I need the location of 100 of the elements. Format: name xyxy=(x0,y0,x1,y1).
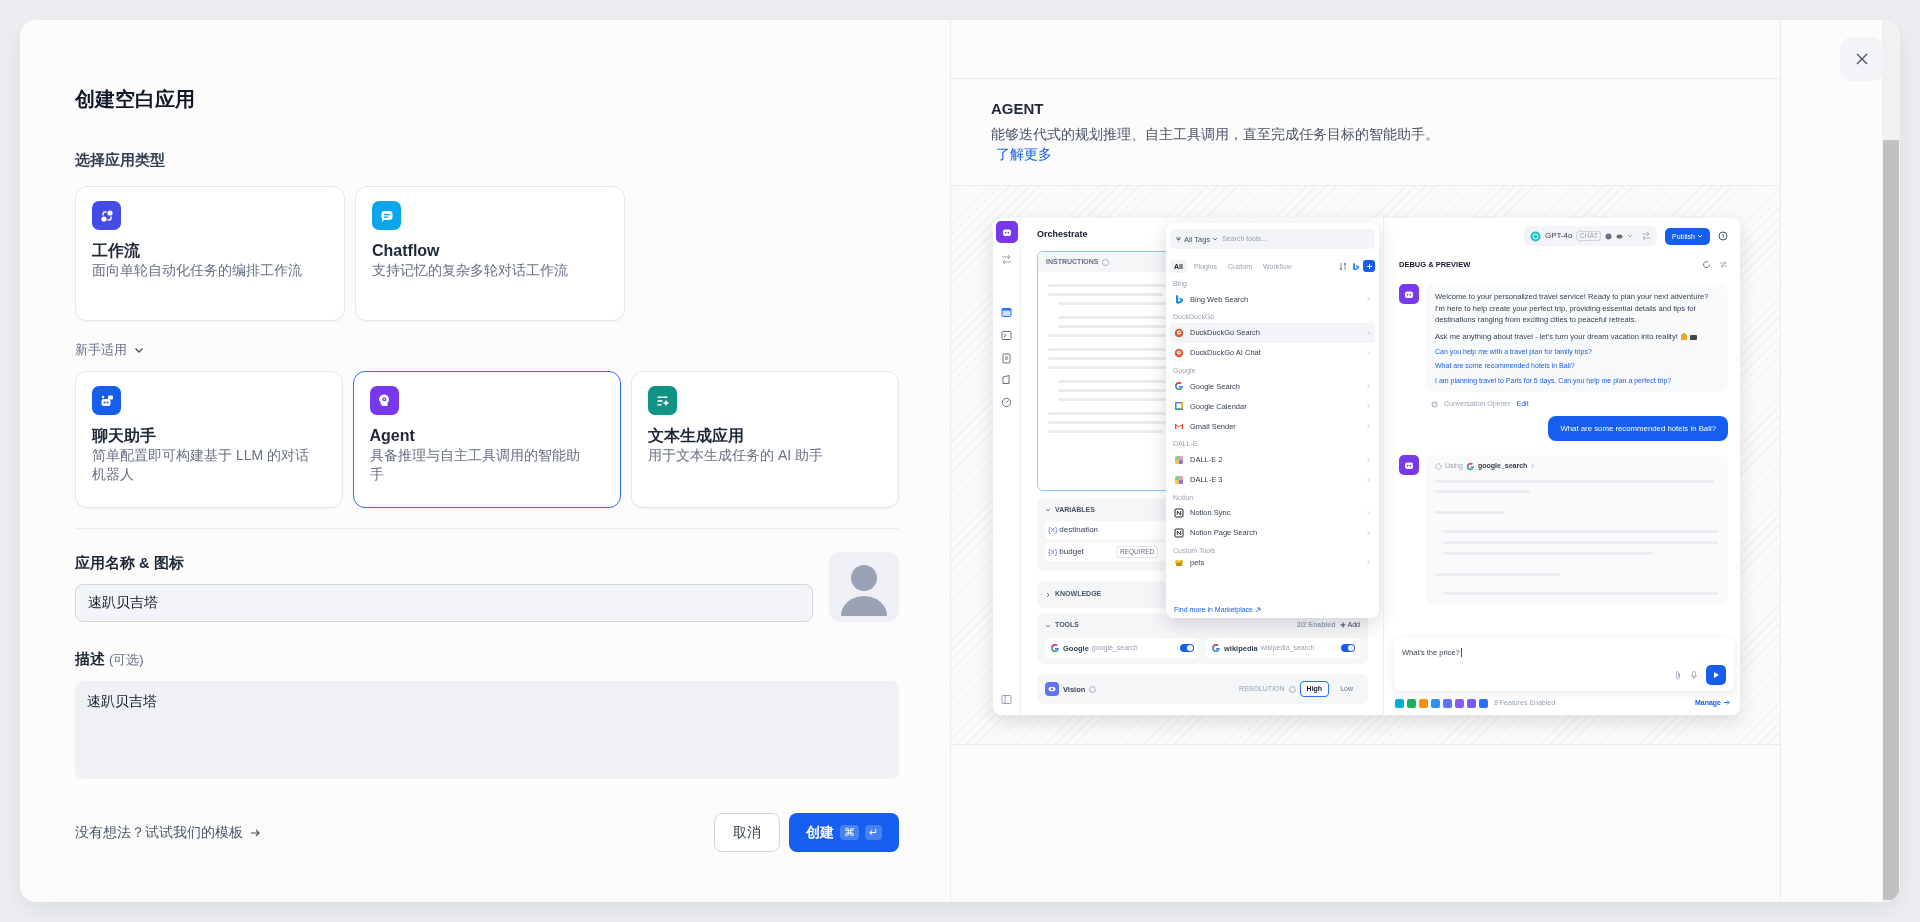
notes-icon xyxy=(1001,374,1012,385)
model-name: GPT-4o xyxy=(1544,231,1573,241)
google-logo-icon xyxy=(1050,643,1060,653)
card-title: Agent xyxy=(369,425,416,446)
shortcut-key: ⌘ xyxy=(840,825,859,840)
app-type-card[interactable]: 聊天助手 简单配置即可构建基于 LLM 的对话机器人 xyxy=(75,371,343,508)
card-description: 简单配置即可构建基于 LLM 的对话机器人 xyxy=(92,446,310,484)
color-square-icon xyxy=(1174,474,1184,485)
filter-icon xyxy=(1175,235,1182,243)
app-type-card[interactable]: Chatflow 支持记忆的复杂多轮对话工作流 xyxy=(355,186,625,321)
paperclip-icon xyxy=(1674,670,1682,680)
chevron-right-icon xyxy=(1366,529,1371,536)
panel-icon xyxy=(1001,694,1012,705)
card-description: 用于文本生成任务的 AI 助手 xyxy=(648,446,824,465)
chevron-right-icon xyxy=(1366,383,1371,390)
history-icon xyxy=(1718,231,1728,241)
duck-logo-icon xyxy=(1174,347,1184,358)
external-arrow-icon xyxy=(1255,607,1261,613)
chevron-down-icon xyxy=(1627,233,1634,239)
card-description: 面向单轮自动化任务的编排工作流 xyxy=(92,261,303,280)
mail-icon xyxy=(1174,421,1184,432)
create-button[interactable]: 创建 ⌘ ↵ xyxy=(789,813,899,852)
sort-icon xyxy=(1339,261,1348,271)
cancel-button[interactable]: 取消 xyxy=(714,813,780,852)
google-logo-icon xyxy=(1211,643,1221,653)
swap-icon xyxy=(1719,259,1728,269)
shortcut-key: ↵ xyxy=(865,825,882,840)
info-icon xyxy=(1101,258,1109,266)
notion-logo-icon xyxy=(1174,507,1184,518)
variable-icon: {x} xyxy=(1048,547,1058,557)
card-title: 聊天助手 xyxy=(92,426,157,446)
chevron-right-icon xyxy=(1366,456,1371,463)
name-field[interactable]: 速趴贝吉塔 xyxy=(75,584,813,622)
calendar-icon xyxy=(1174,401,1184,412)
learn-more-link[interactable]: 了解更多 xyxy=(996,144,1052,164)
add-tool-button[interactable] xyxy=(1363,260,1375,272)
swap-icon xyxy=(1001,254,1012,265)
bing-logo-icon xyxy=(1351,261,1360,271)
info-icon xyxy=(1089,685,1097,693)
plus-icon xyxy=(1339,622,1346,629)
notion-logo-icon xyxy=(1174,527,1184,538)
scrollbar-thumb[interactable] xyxy=(1883,140,1899,900)
field-label: 描述 (可选) xyxy=(75,650,145,669)
section-label: 选择应用类型 xyxy=(75,151,166,170)
card-title: 工作流 xyxy=(92,241,141,261)
variable-name: destination xyxy=(1059,525,1099,535)
bot-avatar xyxy=(1399,284,1419,304)
document-icon xyxy=(1001,353,1012,364)
microphone-icon xyxy=(1690,670,1698,680)
google-logo-icon xyxy=(1465,461,1475,471)
refresh-icon xyxy=(1702,259,1711,269)
bot-avatar xyxy=(1399,454,1419,475)
swap-icon xyxy=(1641,231,1652,241)
panel-title: Orchestrate xyxy=(1037,229,1088,240)
send-button[interactable] xyxy=(1706,665,1726,685)
spinner-icon xyxy=(1435,462,1442,470)
send-icon xyxy=(1712,671,1720,679)
text-cursor xyxy=(1460,648,1462,657)
chevron-right-icon xyxy=(1366,559,1371,566)
bing-logo-icon xyxy=(1174,294,1184,305)
close-icon xyxy=(1855,52,1869,66)
plus-icon xyxy=(1365,262,1373,270)
chevron-right-icon xyxy=(1366,423,1371,430)
chevron-down-icon xyxy=(1697,233,1703,239)
variable-icon: {x} xyxy=(1048,525,1058,535)
chevron-right-icon xyxy=(1366,509,1371,516)
arrow-right-icon xyxy=(1723,699,1730,707)
field-label: 应用名称 & 图标 xyxy=(75,554,185,573)
suitcase-icon xyxy=(1680,332,1697,341)
card-description: 支持记忆的复杂多轮对话工作流 xyxy=(372,261,569,280)
info-icon xyxy=(1288,685,1296,693)
window-icon xyxy=(1001,307,1012,318)
chevron-right-icon xyxy=(1366,403,1371,410)
chevron-right-icon xyxy=(1530,463,1536,470)
chevron-right-icon xyxy=(1366,296,1371,303)
app-type-card[interactable]: Agent 具备推理与自主工具调用的智能助手 xyxy=(353,371,621,508)
template-link[interactable]: 没有想法？试试我们的模板 xyxy=(75,823,714,842)
info-title: AGENT xyxy=(991,100,1045,118)
toggle-switch[interactable] xyxy=(1341,644,1355,652)
google-logo-icon xyxy=(1174,381,1184,392)
app-type-card[interactable]: 文本生成应用 用于文本生成任务的 AI 助手 xyxy=(631,371,899,508)
dialog-title: 创建空白应用 xyxy=(75,87,196,112)
info-description: 能够迭代式的规划推理、自主工具调用，直至完成任务目标的智能助手。 xyxy=(991,125,1440,144)
variable-name: budget xyxy=(1059,547,1084,557)
chevron-right-icon xyxy=(1366,349,1371,356)
card-description: 具备推理与自主工具调用的智能助手 xyxy=(369,445,581,484)
app-type-card[interactable]: 工作流 面向单轮自动化任务的编排工作流 xyxy=(75,186,345,321)
card-title: Chatflow xyxy=(372,241,441,261)
toggle-switch[interactable] xyxy=(1180,644,1194,652)
eye-icon xyxy=(1045,682,1059,696)
card-title: 文本生成应用 xyxy=(648,426,745,446)
terminal-icon xyxy=(1001,330,1012,341)
model-logo-icon xyxy=(1529,230,1541,242)
beginner-toggle[interactable]: 新手适用 xyxy=(75,341,145,359)
color-square-icon xyxy=(1174,454,1184,465)
gauge-icon xyxy=(1001,397,1012,408)
description-field[interactable]: 速趴贝吉塔 xyxy=(75,681,899,779)
chevron-down-icon xyxy=(1212,236,1219,242)
duck-logo-icon xyxy=(1174,327,1184,338)
chevron-right-icon xyxy=(1366,476,1371,483)
